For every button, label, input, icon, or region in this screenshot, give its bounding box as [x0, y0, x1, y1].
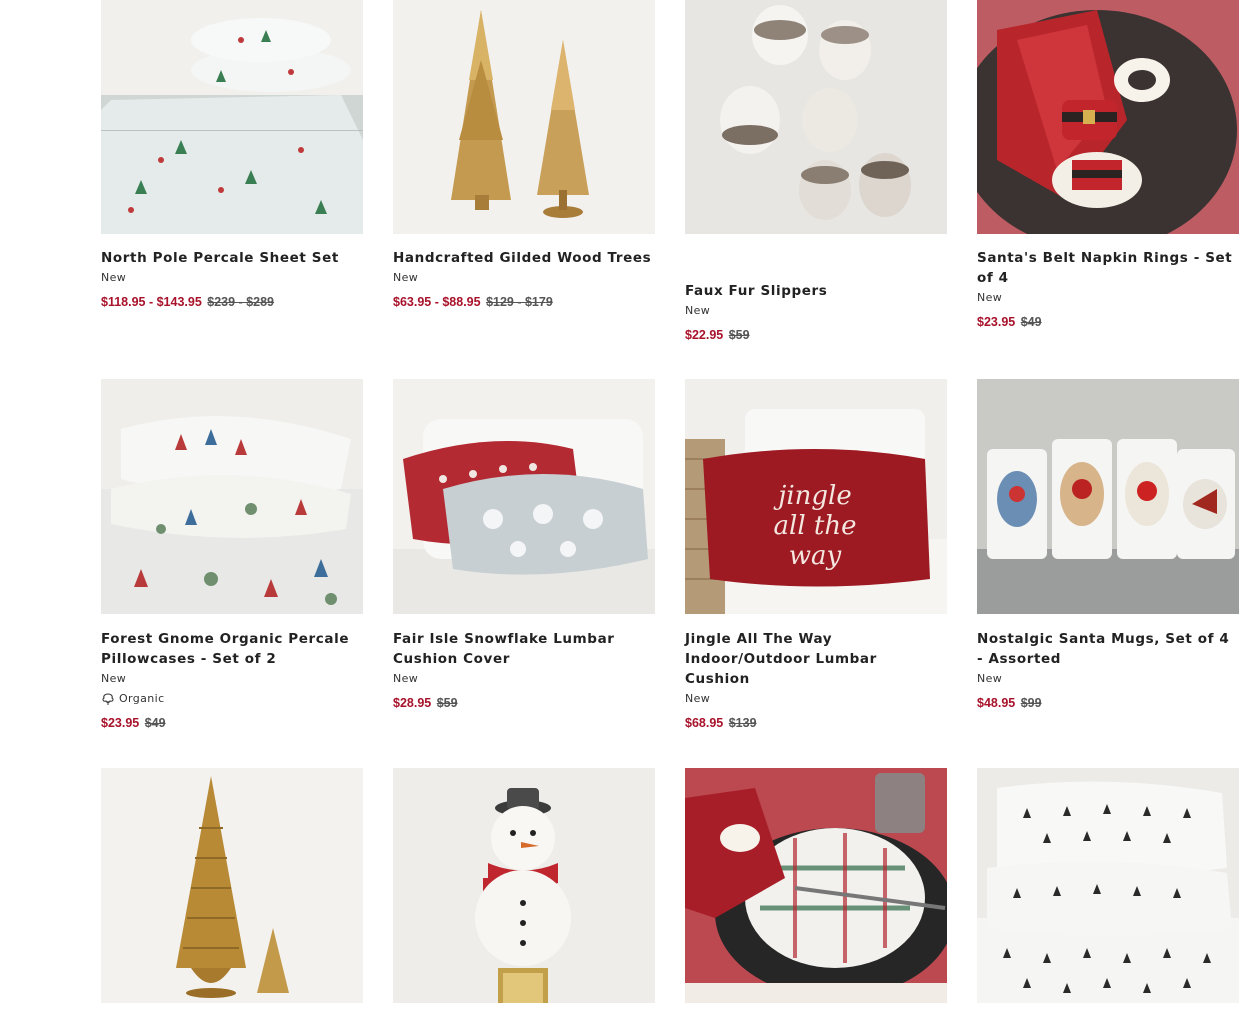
sale-price: $63.95 - $88.95 [393, 295, 481, 309]
price: $118.95 - $143.95 $239 - $289 [101, 294, 363, 310]
price: $23.95 $49 [977, 314, 1239, 330]
product-grid: North Pole Percale Sheet Set New $118.95… [101, 0, 1250, 1012]
svg-text:way: way [789, 541, 842, 571]
organic-label: Organic [119, 692, 165, 705]
price: $63.95 - $88.95 $129 - $179 [393, 294, 655, 310]
new-badge: New [101, 672, 127, 685]
new-badge: New [685, 304, 711, 317]
new-badge: New [685, 692, 711, 705]
product-image[interactable]: jingle all the way [685, 379, 947, 614]
product-image[interactable] [685, 0, 947, 234]
product-image[interactable] [977, 379, 1239, 614]
sale-price: $68.95 [685, 716, 724, 730]
product-title[interactable]: Santa's Belt Napkin Rings - Set of 4 [977, 248, 1239, 288]
product-image[interactable] [977, 768, 1239, 1003]
price: $23.95 $49 [101, 715, 363, 731]
product-image[interactable] [393, 768, 655, 1003]
product-image[interactable] [101, 0, 363, 234]
sale-price: $23.95 [977, 315, 1016, 329]
original-price: $49 [144, 716, 166, 730]
price: $48.95 $99 [977, 695, 1239, 711]
product-title[interactable]: Forest Gnome Organic Percale Pillowcases… [101, 629, 363, 669]
cotton-icon [102, 693, 114, 705]
original-price: $129 - $179 [486, 295, 553, 309]
price: $28.95 $59 [393, 695, 655, 711]
new-badge: New [101, 271, 127, 284]
product-title[interactable]: Jingle All The Way Indoor/Outdoor Lumbar… [685, 629, 947, 689]
sale-price: $48.95 [977, 696, 1016, 710]
svg-text:jingle: jingle [773, 481, 851, 511]
original-price: $49 [1020, 315, 1042, 329]
original-price: $139 [728, 716, 757, 730]
svg-text:all the: all the [774, 511, 857, 541]
product-image[interactable] [101, 379, 363, 614]
product-image[interactable] [977, 0, 1239, 234]
product-image[interactable] [685, 768, 947, 1003]
original-price: $239 - $289 [207, 295, 275, 309]
organic-tag: Organic [101, 691, 363, 707]
product-title[interactable]: Faux Fur Slippers [685, 281, 947, 301]
product-title[interactable]: Fair Isle Snowflake Lumbar Cushion Cover [393, 629, 655, 669]
original-price: $99 [1020, 696, 1042, 710]
product-title[interactable]: Handcrafted Gilded Wood Trees [393, 248, 655, 268]
sale-price: $28.95 [393, 696, 432, 710]
original-price: $59 [728, 328, 750, 342]
product-title[interactable]: North Pole Percale Sheet Set [101, 248, 363, 268]
new-badge: New [393, 672, 419, 685]
product-image[interactable] [393, 379, 655, 614]
original-price: $59 [436, 696, 458, 710]
product-title[interactable]: Nostalgic Santa Mugs, Set of 4 - Assorte… [977, 629, 1239, 669]
product-image[interactable] [101, 768, 363, 1003]
sale-price: $23.95 [101, 716, 140, 730]
new-badge: New [977, 672, 1003, 685]
new-badge: New [977, 291, 1003, 304]
sale-price: $118.95 - $143.95 [101, 295, 202, 309]
price: $22.95 $59 [685, 327, 947, 343]
sale-price: $22.95 [685, 328, 724, 342]
product-image[interactable] [393, 0, 655, 234]
price: $68.95 $139 [685, 715, 947, 731]
new-badge: New [393, 271, 419, 284]
